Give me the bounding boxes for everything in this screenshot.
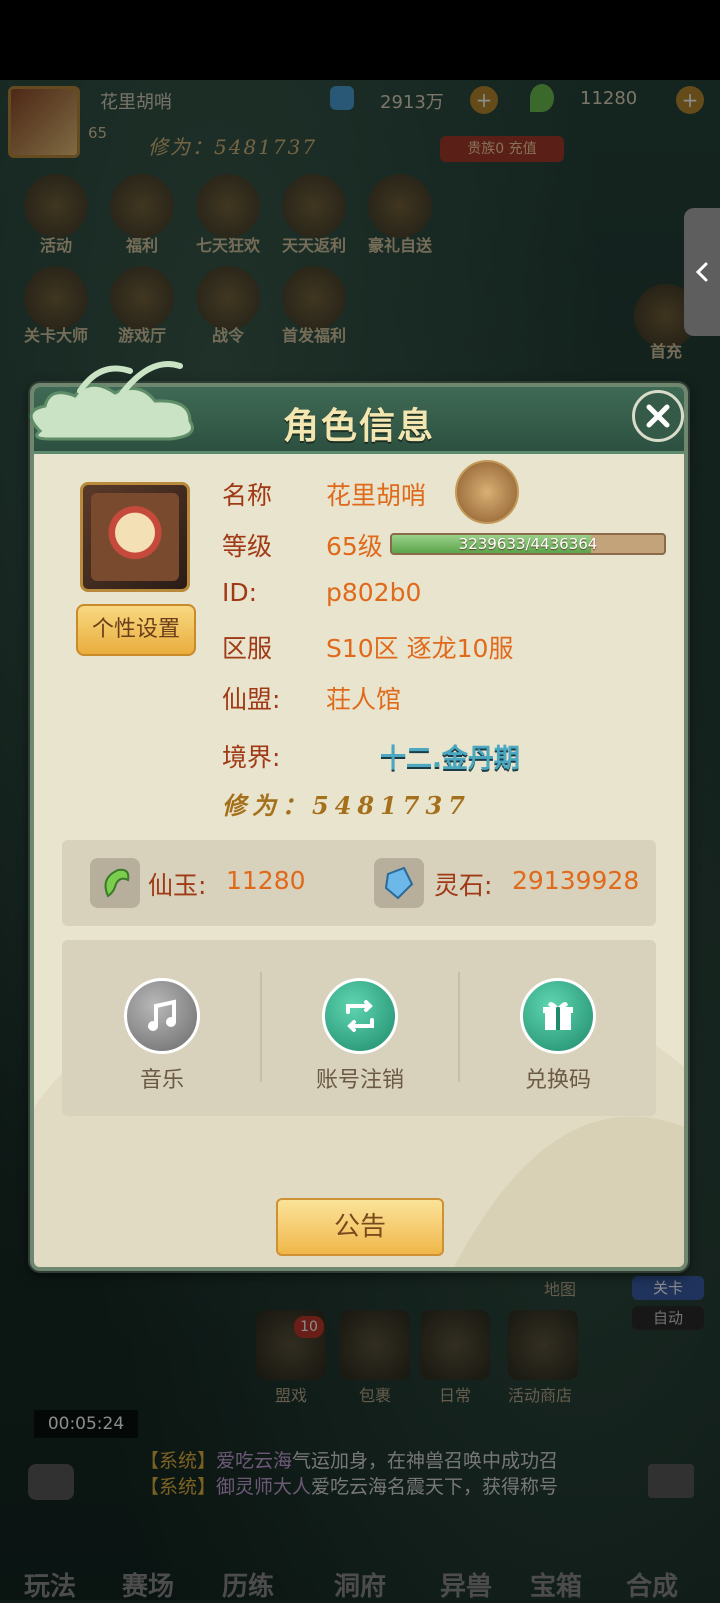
level-value: 65级 [326, 532, 383, 561]
jade-value: 11280 [226, 866, 306, 895]
side-collapse-tab[interactable] [684, 208, 720, 336]
chevron-left-icon [695, 262, 708, 282]
refresh-icon [346, 1000, 374, 1032]
name-label: 名称 [222, 481, 273, 510]
id-value: p802b0 [326, 578, 422, 607]
divider [458, 972, 460, 1082]
name-value: 花里胡哨 [326, 481, 427, 510]
account-logout-button[interactable] [322, 978, 398, 1054]
music-button[interactable] [124, 978, 200, 1054]
id-label: ID: [222, 578, 258, 607]
realm-value: 十二.金丹期 [380, 744, 520, 774]
exp-progress-bar: 3239633/4436364 [390, 533, 666, 555]
jade-icon [90, 858, 140, 908]
server-label: 区服 [222, 634, 273, 663]
exp-text: 3239633/4436364 [458, 535, 598, 553]
server-value: S10区 逐龙10服 [326, 634, 514, 663]
gift-icon [543, 1001, 573, 1030]
status-bar [0, 0, 720, 80]
redeem-code-button[interactable] [520, 978, 596, 1054]
avatar-portrait [91, 493, 179, 581]
close-button[interactable] [632, 390, 684, 442]
character-avatar[interactable] [80, 482, 190, 592]
guild-value: 荘人馆 [326, 685, 402, 714]
music-label: 音乐 [139, 1068, 184, 1093]
spirit-stone-icon [374, 858, 424, 908]
realm-label: 境界: [222, 743, 281, 772]
cultivation-value: 修为：5481737 [222, 791, 471, 820]
redeem-code-label: 兑换码 [524, 1068, 591, 1093]
account-logout-label: 账号注销 [315, 1068, 404, 1093]
level-label: 等级 [222, 532, 273, 561]
close-icon [646, 404, 670, 428]
announcement-button[interactable]: 公告 [276, 1198, 444, 1256]
cloud-decoration [29, 361, 194, 441]
music-note-icon [148, 999, 176, 1031]
guild-label: 仙盟: [222, 685, 281, 714]
personalize-button[interactable]: 个性设置 [76, 604, 196, 656]
stone-label: 灵石: [434, 871, 493, 900]
jade-label: 仙玉: [148, 871, 207, 900]
rename-quill-icon[interactable] [455, 460, 519, 524]
stone-value: 29139928 [512, 866, 640, 895]
divider [260, 972, 262, 1082]
